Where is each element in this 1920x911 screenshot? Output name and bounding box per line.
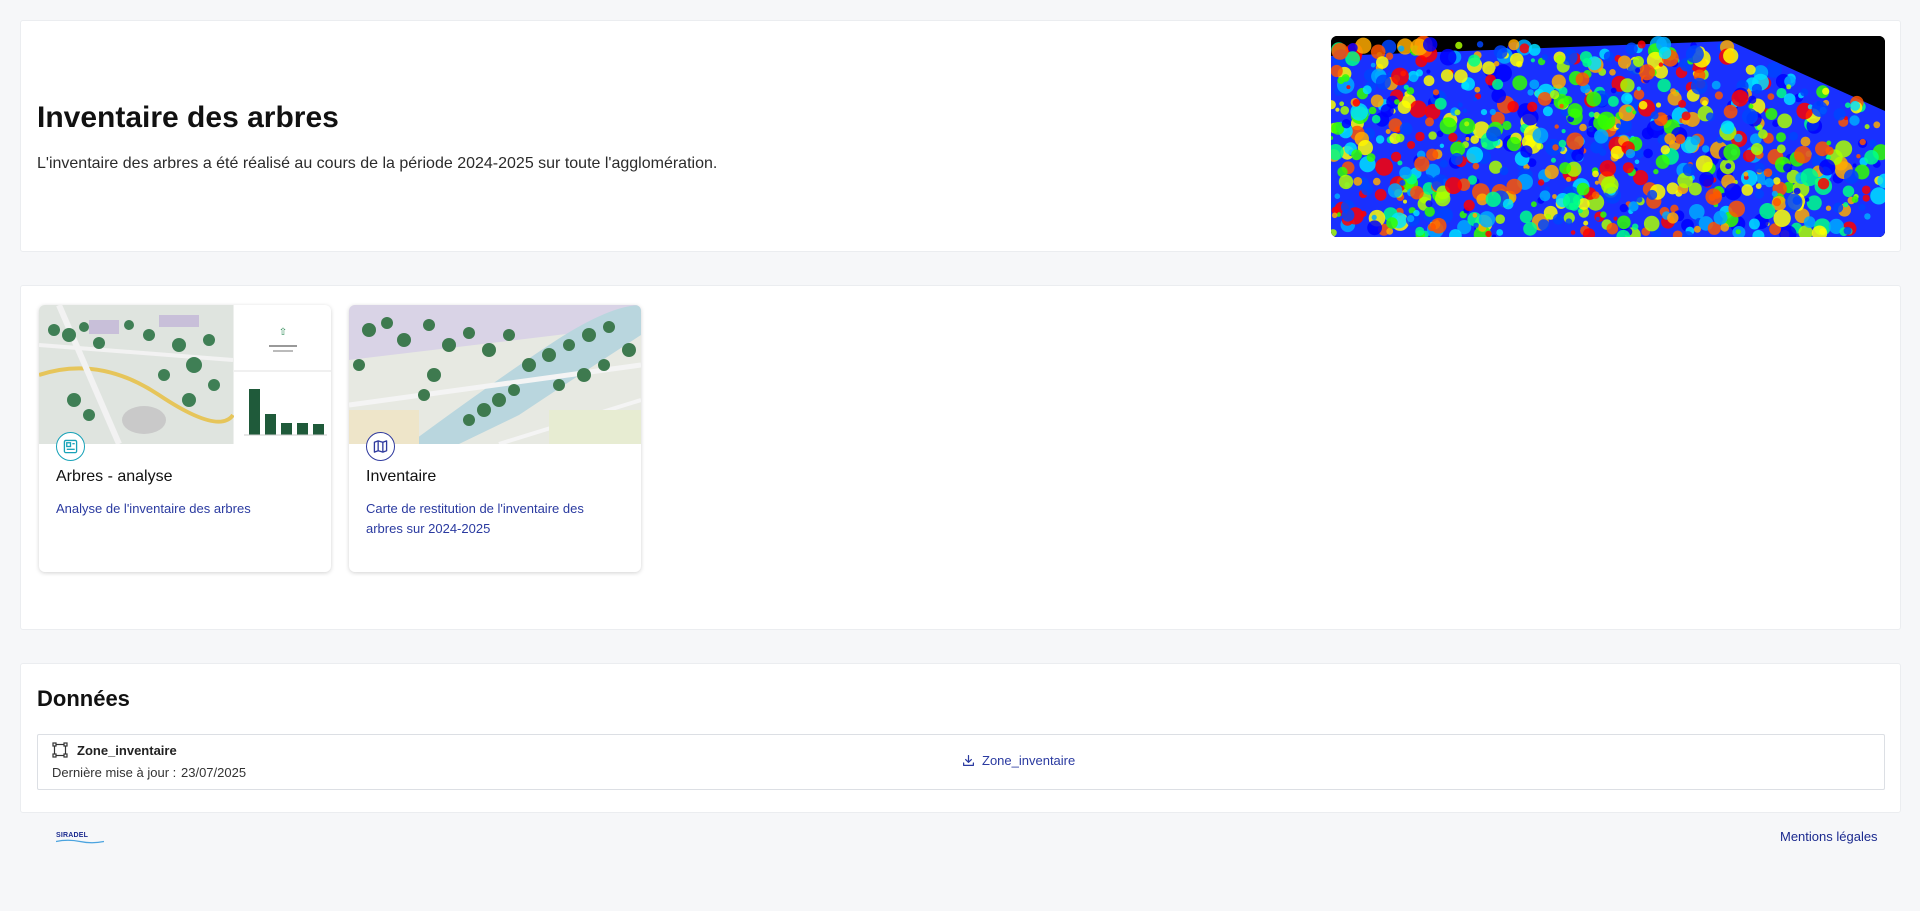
siradel-logo: SIRADEL (56, 832, 104, 844)
app-card-title: Inventaire (366, 468, 437, 485)
data-panel: Données Zone_inventaire Dernière mise à … (20, 663, 1901, 813)
data-item-updated-label: Dernière mise à jour : (52, 765, 177, 780)
siradel-logo-text: SIRADEL (56, 832, 89, 839)
download-link[interactable]: Zone_inventaire (962, 753, 1075, 768)
data-item-updated-value: 23/07/2025 (181, 765, 247, 780)
download-link-label: Zone_inventaire (982, 753, 1076, 768)
app-card-description: Analyse de l'inventaire des arbres (56, 501, 251, 516)
legal-mentions-link[interactable]: Mentions légales (1780, 829, 1878, 844)
app-thumbnail-map (349, 305, 641, 444)
page-title: Inventaire des arbres (37, 101, 339, 134)
app-card-title: Arbres - analyse (56, 468, 173, 485)
download-icon (963, 755, 974, 766)
dashboard-icon (56, 432, 85, 461)
app-card-description: Carte de restitution de l'inventaire des… (366, 501, 584, 536)
svg-text:⇧: ⇧ (279, 327, 287, 338)
app-card-inventaire[interactable]: Inventaire Carte de restitution de l'inv… (349, 305, 641, 572)
app-thumbnail-dashboard: ⇧ (39, 305, 331, 444)
page-description: L'inventaire des arbres a été réalisé au… (37, 155, 718, 172)
apps-panel: ⇧ Arbres - analyse Analyse de l'inventai… (20, 285, 1901, 630)
app-card-arbres-analyse[interactable]: ⇧ Arbres - analyse Analyse de l'inventai… (39, 305, 331, 572)
data-section-title: Données (37, 686, 130, 711)
hero-lidar-image (1331, 36, 1885, 237)
data-item-row: Zone_inventaire Dernière mise à jour : 2… (37, 734, 1885, 790)
header-panel: Inventaire des arbres L'inventaire des a… (20, 20, 1901, 252)
map-icon (366, 432, 395, 461)
data-item-name: Zone_inventaire (77, 743, 177, 758)
polygon-icon (52, 742, 68, 758)
